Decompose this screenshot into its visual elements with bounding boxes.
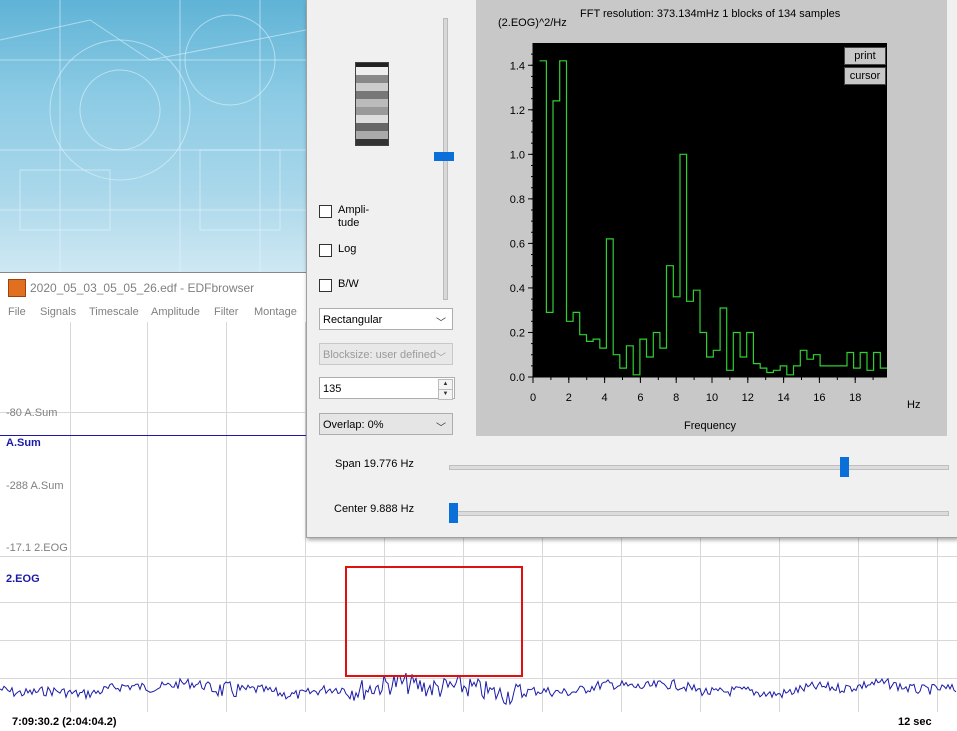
timescale-readout: 12 sec	[898, 716, 932, 728]
menu-amplitude[interactable]: Amplitude	[151, 306, 200, 318]
chevron-down-icon: ﹀	[436, 423, 446, 434]
edfbrowser-app-icon	[8, 279, 26, 297]
time-position-readout: 7:09:30.2 (2:04:04.2)	[12, 716, 117, 728]
checkbox-label: B/W	[338, 278, 359, 290]
center-label: Center 9.888 Hz	[334, 503, 415, 515]
wallpaper-blueprint-graphic	[0, 0, 306, 272]
x-axis-unit: Hz	[907, 399, 921, 411]
spinbox-value[interactable]: 135	[323, 383, 341, 395]
signal-bottom-label: -288 A.Sum	[6, 480, 64, 492]
chevron-down-icon: ﹀	[436, 318, 446, 329]
window-function-select[interactable]: Rectangular ﹀	[319, 308, 453, 330]
checkbox-log[interactable]: Log	[319, 243, 356, 257]
select-value: Blocksize: user defined	[323, 349, 437, 361]
cursor-button[interactable]: cursor	[844, 67, 886, 85]
checkbox-box[interactable]	[319, 279, 332, 292]
signal-name-asum[interactable]: A.Sum	[6, 437, 41, 449]
signal-offset-label: -80 A.Sum	[6, 407, 58, 419]
x-tick-label: 16	[813, 392, 825, 404]
y-tick-label: 1.0	[510, 149, 525, 161]
span-slider-thumb[interactable]	[840, 457, 850, 477]
y-tick-label: 0.8	[510, 194, 525, 206]
checkbox-box[interactable]	[319, 205, 332, 218]
x-axis-label: Frequency	[684, 420, 736, 432]
menu-montage[interactable]: Montage	[254, 306, 297, 318]
window-title: 2020_05_03_05_05_26.edf - EDFbrowser	[30, 281, 255, 295]
menu-timescale[interactable]: Timescale	[89, 306, 139, 318]
spin-down-icon[interactable]: ▼	[438, 389, 453, 400]
vertical-slider-thumb[interactable]	[434, 152, 454, 161]
x-tick-label: 12	[742, 392, 754, 404]
power-spectrum-dialog: Ampli- tude Log B/W Rectangular ﹀ Blocks…	[306, 0, 957, 538]
blocksize-select[interactable]: Blocksize: user defined ﹀	[319, 343, 453, 365]
print-button[interactable]: print	[844, 47, 886, 65]
x-tick-label: 8	[673, 392, 679, 404]
x-tick-label: 2	[566, 392, 572, 404]
spectrum-plot[interactable]: 0.0 0.2 0.4 0.6 0.8 1.0 1.2 1.4 0 2 4 6 8 10 12 14 16 18	[476, 0, 947, 436]
checkbox-amplitude[interactable]: Ampli- tude	[319, 204, 369, 230]
checkbox-label: Ampli- tude	[338, 204, 370, 229]
x-tick-label: 4	[602, 392, 608, 404]
select-value: Rectangular	[323, 314, 383, 326]
signal-offset-label: -17.1 2.EOG	[6, 542, 68, 554]
x-tick-label: 18	[849, 392, 861, 404]
span-label: Span 19.776 Hz	[335, 458, 414, 470]
samples-spinbox[interactable]: 135 ▲ ▼	[319, 377, 455, 400]
x-tick-label: 10	[706, 392, 718, 404]
y-tick-label: 1.2	[510, 105, 525, 117]
select-value: Overlap: 0%	[323, 419, 384, 431]
selection-highlight-box	[345, 566, 523, 677]
asum-trace	[0, 435, 306, 436]
chevron-down-icon: ﹀	[436, 353, 446, 364]
checkbox-bw[interactable]: B/W	[319, 278, 359, 292]
y-tick-label: 0.2	[510, 327, 525, 339]
x-tick-label: 14	[777, 392, 789, 404]
checkbox-box[interactable]	[319, 244, 332, 257]
overlap-select[interactable]: Overlap: 0% ﹀	[319, 413, 453, 435]
menu-file[interactable]: File	[8, 306, 26, 318]
menu-signals[interactable]: Signals	[40, 306, 76, 318]
y-tick-label: 0.6	[510, 238, 525, 250]
spectrum-graph-panel: FFT resolution: 373.134mHz 1 blocks of 1…	[476, 0, 947, 436]
colorbar-icon	[355, 62, 389, 146]
menu-filter[interactable]: Filter	[214, 306, 238, 318]
x-tick-label: 0	[530, 392, 536, 404]
span-slider-track[interactable]	[449, 465, 949, 470]
y-tick-label: 0.4	[510, 283, 525, 295]
x-tick-label: 6	[637, 392, 643, 404]
checkbox-label: Log	[338, 243, 357, 255]
center-slider-track[interactable]	[449, 511, 949, 516]
plot-background	[533, 43, 887, 377]
center-slider-thumb[interactable]	[449, 503, 458, 523]
y-tick-label: 0.0	[510, 372, 525, 384]
y-tick-label: 1.4	[510, 60, 525, 72]
desktop-wallpaper	[0, 0, 306, 272]
